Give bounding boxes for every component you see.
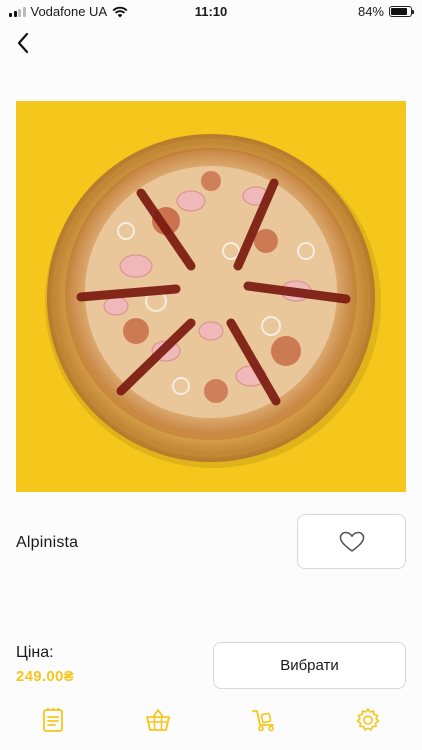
price-label: Ціна: [16,644,54,661]
product-name: Alpinista [16,534,79,551]
battery-fill [391,8,407,15]
select-button-label: Вибрати [280,657,339,674]
pizza-photo [45,134,381,468]
price-value: 249.00₴ [16,668,74,685]
heart-outline-icon [339,531,364,552]
select-button[interactable]: Вибрати [213,642,406,689]
product-image [16,101,406,492]
back-button[interactable] [8,28,38,58]
menu-list-icon [43,707,63,732]
battery-percent: 84% [357,4,384,19]
favorite-button[interactable] [297,514,406,569]
tab-settings[interactable] [354,706,382,734]
tab-bar [0,700,422,740]
chevron-left-icon [17,32,29,54]
status-right: 84% [357,4,414,19]
delivery-cart-icon [252,710,274,732]
status-bar: Vodafone UA 11:10 84% [0,0,422,22]
tab-delivery[interactable] [249,706,277,734]
settings-gear-icon [356,708,380,731]
battery-icon [389,6,414,17]
basket-icon [146,709,170,731]
tab-basket[interactable] [144,706,172,734]
tab-menu[interactable] [39,706,67,734]
